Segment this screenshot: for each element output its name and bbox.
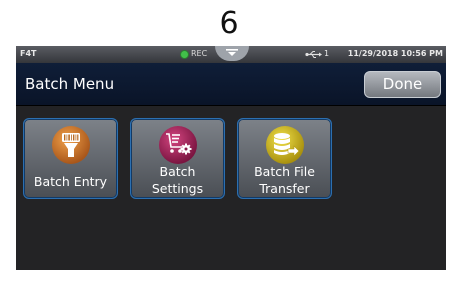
- model-label: F4T: [20, 49, 37, 58]
- date-time: 11/29/2018 10:56 PM: [347, 49, 443, 58]
- cart-gear-icon: [159, 126, 197, 164]
- batch-entry-button[interactable]: Batch Entry: [23, 118, 118, 199]
- usb-count: 1: [324, 49, 330, 58]
- device-screen: F4T REC 1 11/29/2018 10:56 PM Batch Menu…: [16, 46, 446, 270]
- batch-settings-label-line2: Settings: [151, 181, 204, 196]
- record-indicator-icon: [180, 50, 189, 59]
- batch-settings-button[interactable]: Batch Settings: [130, 118, 225, 199]
- title-bar: Batch Menu Done: [16, 63, 446, 106]
- batch-file-transfer-label-line1: Batch File: [254, 164, 315, 179]
- pull-down-arrow-icon: [226, 49, 238, 56]
- record-status: REC: [191, 49, 208, 58]
- batch-settings-label-line1: Batch: [159, 164, 196, 179]
- page-number: 6: [219, 6, 239, 41]
- pull-down-tab[interactable]: [215, 46, 249, 61]
- barcode-scanner-icon: [52, 126, 90, 164]
- done-button[interactable]: Done: [364, 71, 441, 98]
- page-title: Batch Menu: [25, 75, 115, 93]
- batch-entry-label: Batch Entry: [33, 174, 108, 189]
- usb-icon: [305, 51, 322, 58]
- database-transfer-icon: [266, 126, 304, 164]
- batch-file-transfer-button[interactable]: Batch File Transfer: [237, 118, 332, 199]
- batch-file-transfer-label-line2: Transfer: [259, 181, 310, 196]
- status-bar: F4T REC 1 11/29/2018 10:56 PM: [16, 46, 446, 63]
